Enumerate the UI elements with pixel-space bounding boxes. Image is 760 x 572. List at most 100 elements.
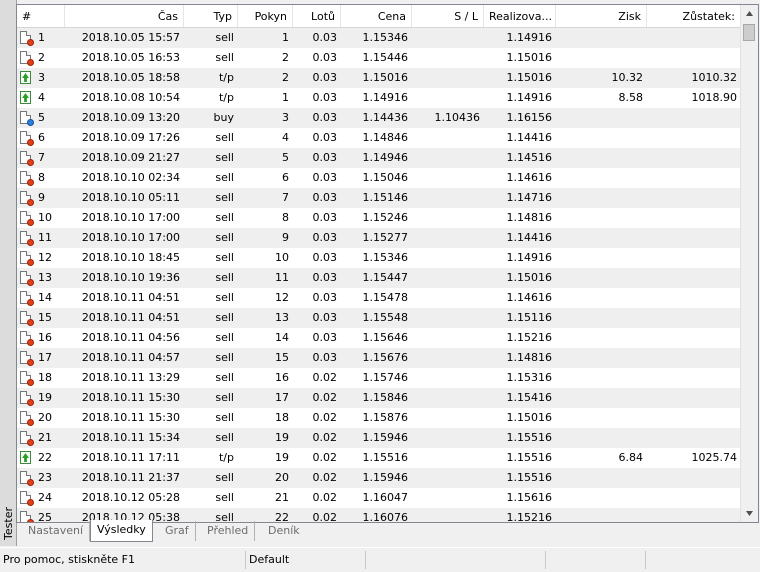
- cell-profit: [556, 408, 647, 428]
- table-row[interactable]: 2 2018.10.05 16:53 sell 2 0.03 1.15446 1.15016: [17, 48, 741, 68]
- cell-lots: 0.03: [312, 111, 338, 124]
- cell-stop-loss: [412, 488, 484, 508]
- row-number: 13: [38, 271, 52, 284]
- col-header-balance[interactable]: Zůstatek:: [647, 5, 741, 27]
- cell-order: 4: [282, 131, 289, 144]
- col-header-price[interactable]: Cena: [341, 5, 412, 27]
- cell-profit: [556, 28, 647, 48]
- col-header-stop-loss[interactable]: S / L: [412, 5, 484, 27]
- cell-time: 2018.10.05 16:53: [81, 51, 180, 64]
- row-number: 8: [38, 171, 45, 184]
- cell-time: 2018.10.11 04:56: [81, 331, 180, 344]
- sell-order-icon: [20, 471, 34, 486]
- results-grid-header: # Čas Typ Pokyn Lotů Cena S / L Realizov…: [17, 5, 741, 28]
- sell-order-icon: [20, 211, 34, 226]
- col-header-type[interactable]: Typ: [184, 5, 238, 27]
- col-header-time[interactable]: Čas: [65, 5, 184, 27]
- cell-balance: [647, 228, 741, 248]
- table-row[interactable]: 10 2018.10.10 17:00 sell 8 0.03 1.15246 1.1481…: [17, 208, 741, 228]
- table-row[interactable]: 9 2018.10.10 05:11 sell 7 0.03 1.15146 1.14716: [17, 188, 741, 208]
- cell-lots: 0.03: [312, 291, 338, 304]
- tab-prehled[interactable]: Přehled: [201, 521, 256, 541]
- table-row[interactable]: 12 2018.10.10 18:45 sell 10 0.03 1.15346 1.149…: [17, 248, 741, 268]
- row-number: 11: [38, 231, 52, 244]
- row-number: 12: [38, 251, 52, 264]
- cell-take-profit: 1.15016: [506, 271, 553, 284]
- table-row[interactable]: 13 2018.10.10 19:36 sell 11 0.03 1.15447 1.150…: [17, 268, 741, 288]
- cell-order: 12: [275, 291, 289, 304]
- cell-order: 19: [275, 431, 289, 444]
- cell-time: 2018.10.11 13:29: [81, 371, 180, 384]
- cell-balance: [647, 368, 741, 388]
- cell-order: 7: [282, 191, 289, 204]
- table-row[interactable]: 19 2018.10.11 15:30 sell 17 0.02 1.15846 1.154…: [17, 388, 741, 408]
- table-row[interactable]: 8 2018.10.10 02:34 sell 6 0.03 1.15046 1.14616: [17, 168, 741, 188]
- col-header-take-profit[interactable]: Realizova...: [484, 5, 556, 27]
- tester-side-tab[interactable]: Tester: [0, 0, 17, 546]
- table-row[interactable]: 17 2018.10.11 04:57 sell 15 0.03 1.15676 1.148…: [17, 348, 741, 368]
- scrollbar-thumb[interactable]: [743, 24, 755, 41]
- cell-lots: 0.03: [312, 271, 338, 284]
- cell-balance: [647, 148, 741, 168]
- row-number: 21: [38, 431, 52, 444]
- cell-type: sell: [215, 31, 234, 44]
- table-row[interactable]: 11 2018.10.10 17:00 sell 9 0.03 1.15277 1.1441…: [17, 228, 741, 248]
- cell-number: 16: [17, 328, 65, 348]
- cell-balance: [647, 168, 741, 188]
- cell-profit: [556, 288, 647, 308]
- cell-take-profit: 1.16156: [506, 111, 553, 124]
- cell-price: 1.16047: [362, 491, 409, 504]
- cell-take-profit: 1.15516: [506, 431, 553, 444]
- tab-denik[interactable]: Deník: [262, 521, 306, 541]
- table-row[interactable]: 14 2018.10.11 04:51 sell 12 0.03 1.15478 1.146…: [17, 288, 741, 308]
- table-row[interactable]: 20 2018.10.11 15:30 sell 18 0.02 1.15876 1.150…: [17, 408, 741, 428]
- scroll-down-button[interactable]: [741, 505, 758, 522]
- cell-order: 15: [275, 351, 289, 364]
- sell-order-icon: [20, 191, 34, 206]
- cell-number: 8: [17, 168, 65, 188]
- tab-nastaveni[interactable]: Nastavení: [22, 521, 91, 541]
- table-row[interactable]: 24 2018.10.12 05:28 sell 21 0.02 1.16047 1.156…: [17, 488, 741, 508]
- table-row[interactable]: 6 2018.10.09 17:26 sell 4 0.03 1.14846 1.14416: [17, 128, 741, 148]
- cell-stop-loss: [412, 228, 484, 248]
- cell-lots: 0.02: [312, 451, 338, 464]
- table-row[interactable]: 5 2018.10.09 13:20 buy 3 0.03 1.14436 1.10436 1…: [17, 108, 741, 128]
- row-number: 22: [38, 451, 52, 464]
- table-row[interactable]: 3 2018.10.05 18:58 t/p 2 0.03 1.15016 1.15016 1…: [17, 68, 741, 88]
- cell-type: t/p: [218, 451, 234, 464]
- tab-vysledky[interactable]: Výsledky: [90, 520, 153, 542]
- cell-stop-loss: [412, 68, 484, 88]
- table-row[interactable]: 21 2018.10.11 15:34 sell 19 0.02 1.15946 1.155…: [17, 428, 741, 448]
- sell-order-icon: [20, 411, 34, 426]
- cell-time: 2018.10.11 17:11: [81, 451, 180, 464]
- col-header-profit[interactable]: Zisk: [556, 5, 647, 27]
- row-number: 18: [38, 371, 52, 384]
- row-number: 15: [38, 311, 52, 324]
- cell-order: 10: [275, 251, 289, 264]
- cell-lots: 0.03: [312, 171, 338, 184]
- table-row[interactable]: 16 2018.10.11 04:56 sell 14 0.03 1.15646 1.152…: [17, 328, 741, 348]
- scroll-up-button[interactable]: [741, 5, 758, 22]
- table-row[interactable]: 23 2018.10.11 21:37 sell 20 0.02 1.15946 1.155…: [17, 468, 741, 488]
- tab-graf[interactable]: Graf: [159, 521, 196, 541]
- row-number: 20: [38, 411, 52, 424]
- cell-take-profit: 1.14816: [506, 211, 553, 224]
- col-header-number[interactable]: #: [17, 5, 65, 27]
- cell-type: sell: [215, 51, 234, 64]
- cell-balance: 1010.32: [691, 71, 738, 84]
- cell-profit: [556, 268, 647, 288]
- cell-time: 2018.10.09 17:26: [81, 131, 180, 144]
- row-number: 19: [38, 391, 52, 404]
- table-row[interactable]: 22 2018.10.11 17:11 t/p 19 0.02 1.15516 1.1551…: [17, 448, 741, 468]
- cell-profit: [556, 108, 647, 128]
- table-row[interactable]: 1 2018.10.05 15:57 sell 1 0.03 1.15346 1.14916: [17, 28, 741, 48]
- vertical-scrollbar[interactable]: [740, 5, 758, 522]
- col-header-lots[interactable]: Lotů: [293, 5, 341, 27]
- col-header-order[interactable]: Pokyn: [238, 5, 293, 27]
- table-row[interactable]: 18 2018.10.11 13:29 sell 16 0.02 1.15746 1.153…: [17, 368, 741, 388]
- table-row[interactable]: 4 2018.10.08 10:54 t/p 1 0.03 1.14916 1.14916 8…: [17, 88, 741, 108]
- cell-stop-loss: [412, 188, 484, 208]
- table-row[interactable]: 7 2018.10.09 21:27 sell 5 0.03 1.14946 1.14516: [17, 148, 741, 168]
- sell-order-icon: [20, 371, 34, 386]
- table-row[interactable]: 15 2018.10.11 04:51 sell 13 0.03 1.15548 1.151…: [17, 308, 741, 328]
